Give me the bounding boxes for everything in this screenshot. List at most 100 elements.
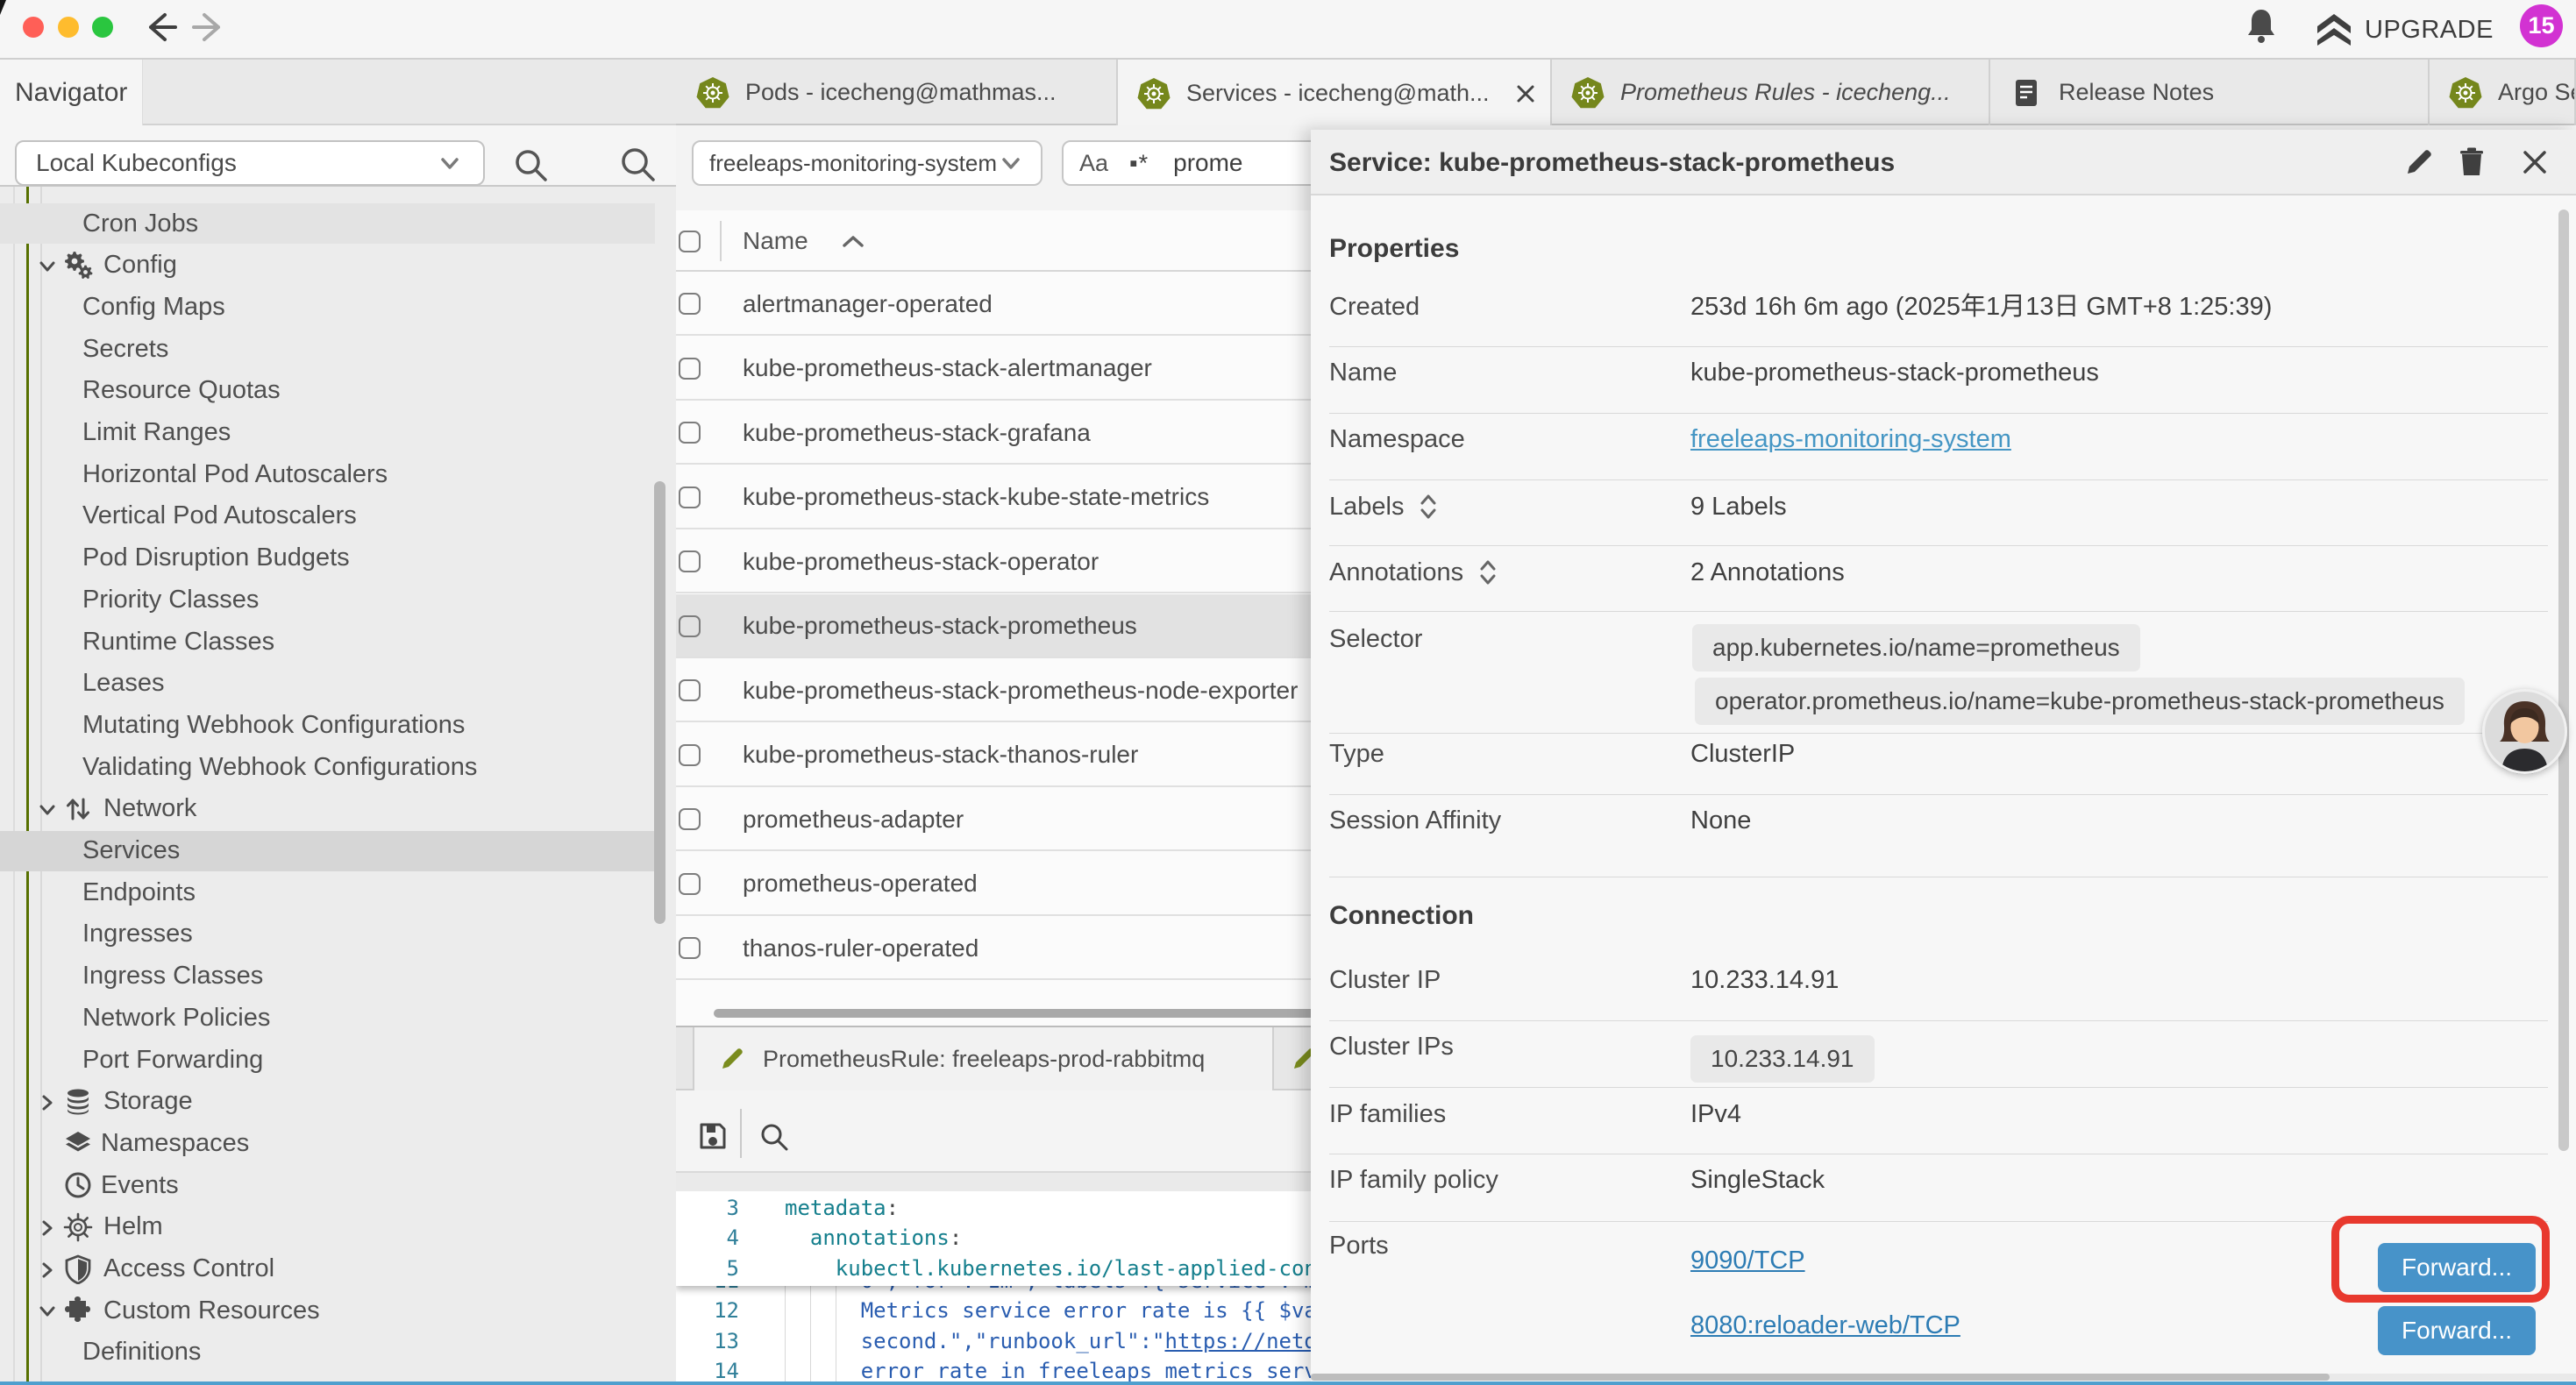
sidebar-item-definitions[interactable]: Definitions [0, 1332, 655, 1373]
chevron-down-icon [436, 149, 464, 177]
port-link[interactable]: 8080:reloader-web/TCP [1690, 1308, 1960, 1343]
sidebar-scrollbar[interactable] [654, 481, 665, 924]
sidebar-item-label: Access Control [103, 1254, 274, 1283]
sidebar-item-config-maps[interactable]: Config Maps [0, 287, 655, 327]
row-divider [1329, 413, 2548, 414]
chevron-down-icon[interactable] [37, 1301, 56, 1320]
sidebar-item-ingresses[interactable]: Ingresses [0, 914, 655, 955]
property-value-namespace[interactable]: freeleaps-monitoring-system [1690, 422, 2011, 457]
chevron-down-icon[interactable] [37, 256, 56, 275]
sidebar-item-events[interactable]: Events [0, 1165, 655, 1205]
dock-tab-prometheusrule[interactable]: PrometheusRule: freeleaps-prod-rabbitmq [693, 1027, 1274, 1090]
sidebar-item-resource-quotas[interactable]: Resource Quotas [0, 371, 655, 411]
property-label-text: Labels [1329, 489, 1404, 524]
row-name: kube-prometheus-stack-prometheus-node-ex… [743, 658, 1298, 722]
close-icon[interactable] [2518, 146, 2551, 179]
window-zoom-button[interactable] [92, 17, 113, 38]
namespace-select[interactable]: freeleaps-monitoring-system [692, 140, 1042, 186]
sidebar-item-namespaces[interactable]: Namespaces [0, 1123, 655, 1163]
sidebar-item-horizontal-pod-autoscalers[interactable]: Horizontal Pod Autoscalers [0, 454, 655, 494]
editor-search-icon[interactable] [759, 1122, 789, 1152]
sidebar-item-mutating-webhook-configurations[interactable]: Mutating Webhook Configurations [0, 705, 655, 745]
sidebar-item-vertical-pod-autoscalers[interactable]: Vertical Pod Autoscalers [0, 496, 655, 536]
panel-scrollbar[interactable] [2558, 210, 2569, 1151]
sidebar-item-helm[interactable]: Helm [0, 1207, 655, 1247]
port-link[interactable]: 9090/TCP [1690, 1243, 1805, 1278]
sidebar-item-access-control[interactable]: Access Control [0, 1249, 655, 1289]
upgrade-button[interactable]: UPGRADE [2316, 0, 2494, 60]
line-number: 13 [676, 1326, 739, 1357]
row-checkbox[interactable] [679, 615, 701, 637]
sidebar-item-services[interactable]: Services [0, 831, 655, 871]
status-bar-edge [0, 1381, 2576, 1385]
line-number: 12 [676, 1296, 739, 1326]
property-label-created: Created [1329, 289, 1420, 324]
tab-release[interactable]: Release Notes [1990, 60, 2430, 125]
row-checkbox[interactable] [679, 550, 701, 572]
row-checkbox[interactable] [679, 937, 701, 959]
kubeconfig-select[interactable]: Local Kubeconfigs [15, 140, 485, 186]
nav-forward-icon[interactable] [190, 8, 229, 46]
window-minimize-button[interactable] [58, 17, 79, 38]
sidebar-item-limit-ranges[interactable]: Limit Ranges [0, 413, 655, 453]
chevron-right-icon[interactable] [37, 1218, 56, 1237]
forward-button[interactable]: Forward... [2378, 1306, 2536, 1355]
sidebar-item-validating-webhook-configurations[interactable]: Validating Webhook Configurations [0, 747, 655, 787]
row-checkbox[interactable] [679, 679, 701, 701]
sidebar-item-network-policies[interactable]: Network Policies [0, 998, 655, 1038]
sort-updown-icon[interactable] [1477, 559, 1498, 586]
sidebar-item-secrets[interactable]: Secrets [0, 329, 655, 369]
chevron-right-icon[interactable] [37, 1260, 56, 1279]
panel-horizontal-scrollbar[interactable] [1311, 1374, 2330, 1381]
window-close-button[interactable] [23, 17, 44, 38]
tab-close-icon[interactable] [1512, 81, 1539, 107]
annotation-highlight-box [2331, 1216, 2550, 1303]
sidebar-item-config[interactable]: Config [0, 245, 655, 286]
code-segment-key: annotations [810, 1225, 950, 1250]
notification-count-badge[interactable]: 15 [2520, 4, 2563, 47]
tab-argo[interactable]: Argo Se [2430, 60, 2576, 125]
match-case-icon[interactable]: Aa [1079, 150, 1108, 177]
database-icon [63, 1087, 93, 1117]
row-checkbox[interactable] [679, 744, 701, 766]
row-checkbox[interactable] [679, 358, 701, 380]
select-all-checkbox[interactable] [679, 231, 701, 252]
table-filter-input[interactable]: Aa ▪* prome [1062, 140, 1334, 186]
sidebar-item-runtime-classes[interactable]: Runtime Classes [0, 621, 655, 662]
row-name: kube-prometheus-stack-kube-state-metrics [743, 465, 1209, 529]
nav-back-icon[interactable] [140, 8, 179, 46]
row-checkbox[interactable] [679, 293, 701, 315]
tab-services[interactable]: Services - icecheng@math... [1118, 60, 1552, 127]
save-icon[interactable] [697, 1120, 729, 1152]
edit-pencil-icon[interactable] [2402, 146, 2436, 179]
gears-icon [63, 251, 93, 281]
regex-icon[interactable]: ▪* [1129, 150, 1149, 177]
row-checkbox[interactable] [679, 873, 701, 895]
row-name: alertmanager-operated [743, 272, 993, 336]
tab-prometheus[interactable]: Prometheus Rules - icecheng... [1552, 60, 1990, 125]
sidebar-item-label: Leases [82, 669, 165, 698]
sidebar-item-network[interactable]: Network [0, 789, 655, 829]
sidebar-item-priority-classes[interactable]: Priority Classes [0, 579, 655, 620]
column-header-name[interactable]: Name [743, 210, 865, 272]
sidebar-item-port-forwarding[interactable]: Port Forwarding [0, 1040, 655, 1080]
table-search-icon[interactable] [618, 145, 657, 183]
trash-icon[interactable] [2455, 146, 2488, 179]
sidebar-item-storage[interactable]: Storage [0, 1082, 655, 1122]
tab-pods[interactable]: Pods - icecheng@mathmas... [677, 60, 1118, 125]
notifications-bell-icon[interactable] [2245, 7, 2278, 44]
sidebar-item-cron-jobs[interactable]: Cron Jobs [0, 203, 655, 244]
chevron-right-icon[interactable] [37, 1092, 56, 1112]
sidebar-item-custom-resources[interactable]: Custom Resources [0, 1290, 655, 1331]
sidebar-search-icon[interactable] [512, 146, 549, 183]
sidebar-item-endpoints[interactable]: Endpoints [0, 872, 655, 913]
row-checkbox[interactable] [679, 422, 701, 444]
chevron-down-icon[interactable] [37, 799, 56, 819]
sidebar-item-pod-disruption-budgets[interactable]: Pod Disruption Budgets [0, 538, 655, 579]
row-checkbox[interactable] [679, 487, 701, 508]
row-checkbox[interactable] [679, 808, 701, 830]
avatar[interactable] [2482, 689, 2567, 774]
sort-updown-icon[interactable] [1418, 494, 1439, 520]
sidebar-item-leases[interactable]: Leases [0, 664, 655, 704]
sidebar-item-ingress-classes[interactable]: Ingress Classes [0, 956, 655, 997]
